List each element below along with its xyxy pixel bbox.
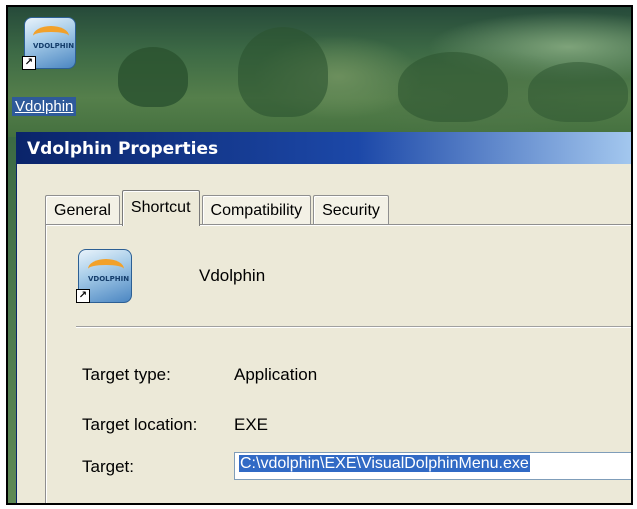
shortcut-arrow-icon: ↗ — [22, 56, 36, 70]
icon-logo-text: VDOLPHIN — [33, 42, 75, 50]
vdolphin-app-icon: VDOLPHIN ↗ — [76, 249, 132, 303]
shortcut-arrow-icon: ↗ — [76, 289, 90, 303]
properties-dialog: Vdolphin Properties General Shortcut Com… — [16, 132, 631, 503]
tab-shortcut[interactable]: Shortcut — [121, 190, 200, 226]
divider — [76, 326, 631, 328]
icon-logo-text: VDOLPHIN — [88, 275, 130, 283]
target-input[interactable]: C:\vdolphin\EXE\VisualDolphinMenu.exe — [234, 452, 631, 480]
tree-shape — [398, 52, 508, 122]
tab-compatibility[interactable]: Compatibility — [201, 195, 312, 225]
tab-strip: General Shortcut Compatibility Security — [45, 189, 391, 226]
target-location-label: Target location: — [82, 415, 198, 434]
tab-security[interactable]: Security — [313, 195, 389, 225]
desktop-strip — [8, 137, 16, 503]
shortcut-panel: VDOLPHIN ↗ Vdolphin Target type: Applica… — [45, 224, 631, 503]
tab-general[interactable]: General — [45, 195, 120, 225]
target-type-label: Target type: — [82, 365, 171, 384]
target-label: Target: — [82, 457, 134, 476]
tree-shape — [528, 62, 628, 122]
desktop-background: VDOLPHIN ↗ Vdolphin — [8, 7, 631, 137]
tree-shape — [238, 27, 328, 117]
target-input-text[interactable]: C:\vdolphin\EXE\VisualDolphinMenu.exe — [239, 455, 530, 472]
target-location-value: EXE — [234, 415, 269, 434]
dialog-titlebar[interactable]: Vdolphin Properties — [17, 132, 631, 164]
screenshot-frame: VDOLPHIN ↗ Vdolphin Vdolphin Properties … — [6, 5, 633, 505]
vdolphin-desktop-icon[interactable]: VDOLPHIN ↗ — [22, 17, 76, 70]
program-name: Vdolphin — [199, 266, 266, 285]
tree-shape — [118, 47, 188, 107]
target-type-value: Application — [234, 365, 318, 384]
desktop-icon-label[interactable]: Vdolphin — [12, 97, 77, 116]
